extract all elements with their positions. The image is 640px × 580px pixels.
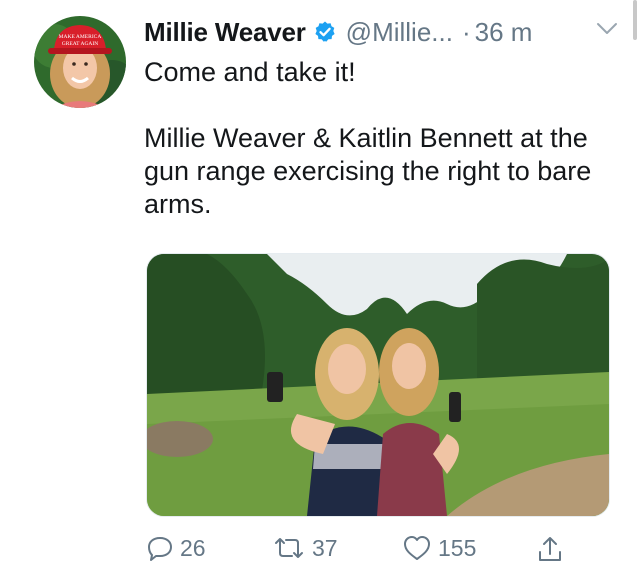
reply-icon [146, 534, 174, 562]
avatar-image: MAKE AMERICA GREAT AGAIN [34, 16, 126, 108]
separator-dot: · [461, 16, 471, 47]
retweet-button[interactable]: 37 [272, 534, 338, 562]
retweet-count: 37 [312, 534, 338, 561]
tweet-text: Come and take it! Millie Weaver & Kaitli… [144, 57, 592, 219]
like-button[interactable]: 155 [402, 534, 476, 562]
scrollbar[interactable] [633, 0, 637, 40]
tweet-actions: 26 37 155 [146, 534, 586, 574]
retweet-icon [272, 534, 306, 562]
tweet[interactable]: MAKE AMERICA GREAT AGAIN Millie Weaver @… [0, 0, 640, 580]
svg-text:GREAT AGAIN: GREAT AGAIN [62, 41, 98, 47]
reply-button[interactable]: 26 [146, 534, 206, 562]
author-name[interactable]: Millie Weaver [144, 17, 306, 48]
tweet-media-photo[interactable] [146, 253, 610, 517]
heart-icon [402, 534, 432, 562]
timestamp[interactable]: 36 m [475, 17, 533, 48]
share-icon [536, 534, 564, 564]
svg-text:MAKE AMERICA: MAKE AMERICA [59, 34, 102, 40]
reply-count: 26 [180, 534, 206, 561]
avatar[interactable]: MAKE AMERICA GREAT AGAIN [34, 16, 126, 108]
chevron-down-icon[interactable] [596, 22, 618, 41]
verified-badge-icon [313, 20, 337, 44]
author-handle[interactable]: @Millie... [346, 17, 453, 48]
tweet-header: Millie Weaver @Millie... · 36 m [144, 14, 620, 50]
like-count: 155 [438, 534, 477, 561]
share-button[interactable] [536, 534, 564, 564]
